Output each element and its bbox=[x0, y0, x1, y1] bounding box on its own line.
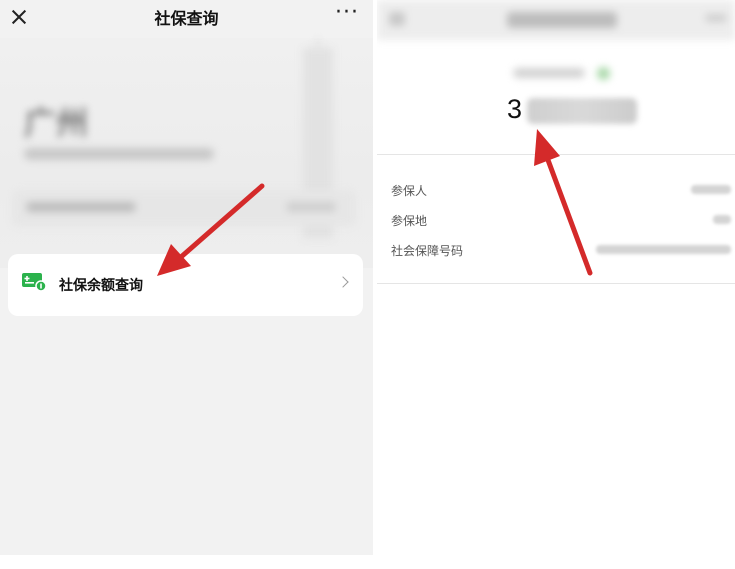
right-title-redacted bbox=[507, 12, 617, 28]
balance-amount-redacted bbox=[527, 98, 637, 124]
summary-value-redacted bbox=[286, 202, 336, 212]
balance-query-item[interactable]: 社保余额查询 bbox=[8, 254, 363, 316]
eye-icon[interactable] bbox=[597, 67, 610, 80]
more-icon[interactable] bbox=[705, 14, 727, 22]
region-city: 广州 bbox=[24, 104, 89, 142]
back-icon[interactable] bbox=[389, 12, 405, 26]
social-security-number-label: 社会保障号码 bbox=[391, 244, 464, 258]
region-summary-redacted[interactable] bbox=[12, 190, 356, 226]
summary-label-redacted bbox=[26, 202, 136, 212]
social-security-number-value-redacted bbox=[596, 245, 731, 254]
region-subtitle-redacted bbox=[24, 148, 214, 160]
page-title: 社保查询 bbox=[154, 9, 219, 28]
divider bbox=[377, 154, 735, 155]
region-header: 广州 bbox=[0, 38, 373, 268]
balance-query-label: 社保余额查询 bbox=[59, 278, 143, 294]
insured-location-value-redacted bbox=[713, 215, 731, 224]
balance-date-redacted bbox=[513, 68, 585, 78]
insured-person-label: 参保人 bbox=[391, 184, 428, 198]
insured-person-value-redacted bbox=[691, 185, 731, 194]
card-plus-icon bbox=[22, 273, 46, 291]
balance-amount-digit: 3 bbox=[507, 94, 523, 124]
right-top-bar-redacted bbox=[377, 0, 735, 40]
chevron-right-icon bbox=[337, 276, 349, 288]
left-screen: 社保查询 ··· 广州 社保余额查询 bbox=[0, 0, 373, 555]
more-options-button[interactable]: ··· bbox=[335, 0, 359, 26]
divider bbox=[377, 283, 735, 284]
right-screen: 3 参保人 参保地 社会保障号码 bbox=[377, 0, 735, 555]
top-bar: 社保查询 ··· bbox=[0, 0, 373, 38]
insured-location-label: 参保地 bbox=[391, 214, 428, 228]
